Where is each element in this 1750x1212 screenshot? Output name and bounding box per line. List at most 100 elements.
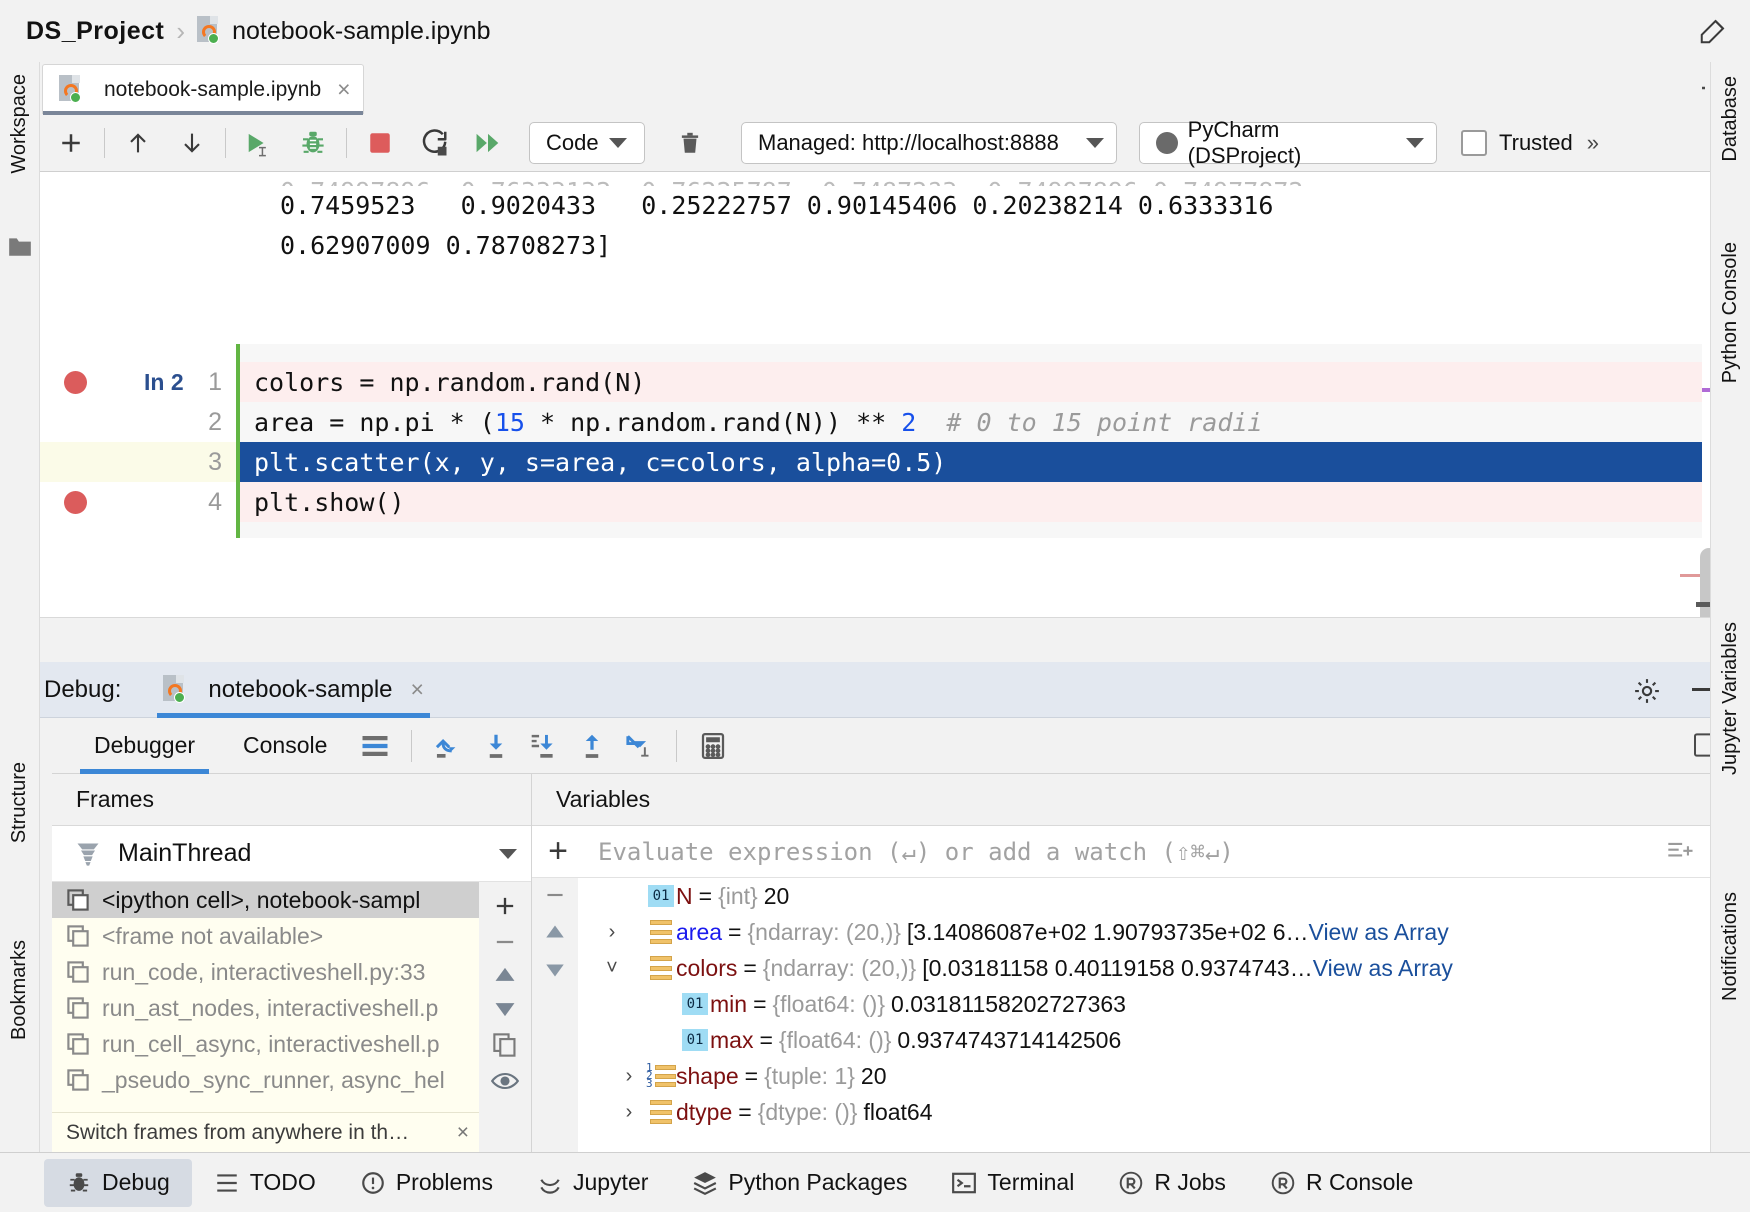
- move-down-icon[interactable]: [492, 998, 518, 1020]
- variables-tree[interactable]: 01 N = {int} 20 › area = {ndarray: (20,)…: [578, 878, 1750, 1152]
- status-tab-problems[interactable]: Problems: [338, 1159, 515, 1207]
- status-tab-debug[interactable]: Debug: [44, 1158, 192, 1207]
- move-cell-up-button[interactable]: [111, 121, 165, 165]
- gutter-line-2[interactable]: 2: [40, 402, 236, 442]
- frame-item[interactable]: _pseudo_sync_runner, async_hel: [52, 1062, 479, 1098]
- step-into-icon[interactable]: [472, 724, 520, 768]
- editor-canvas[interactable]: 0.74997896 0.76333132 0.76225787 0.74872…: [0, 172, 1750, 617]
- breadcrumb-project[interactable]: DS_Project: [26, 17, 164, 46]
- edit-icon[interactable]: [1698, 16, 1728, 46]
- close-icon[interactable]: ×: [337, 76, 350, 103]
- variable-row[interactable]: › dtype = {dtype: ()} float64: [578, 1094, 1750, 1130]
- step-into-my-code-icon[interactable]: [520, 724, 568, 768]
- tab-console[interactable]: Console: [219, 718, 351, 774]
- move-cell-down-button[interactable]: [165, 121, 219, 165]
- add-cell-button[interactable]: [44, 121, 98, 165]
- code-line-4[interactable]: plt.show(): [240, 482, 1702, 522]
- variable-type: {float64: ()}: [772, 990, 886, 1017]
- delete-cell-button[interactable]: [663, 121, 717, 165]
- code-line-3[interactable]: plt.scatter(x, y, s=area, c=colors, alph…: [240, 442, 1702, 482]
- run-all-cells-button[interactable]: [461, 121, 515, 165]
- status-tab-todo[interactable]: TODO: [192, 1159, 338, 1207]
- layout-settings-icon[interactable]: [351, 724, 399, 768]
- debug-cell-button[interactable]: [286, 121, 340, 165]
- gutter-line-4[interactable]: 4: [40, 482, 236, 522]
- frame-item[interactable]: run_cell_async, interactiveshell.p: [52, 1026, 479, 1062]
- expand-twisty[interactable]: ›: [612, 1101, 646, 1124]
- sidebar-item-workspace[interactable]: Workspace: [8, 74, 31, 174]
- evaluate-expression-input[interactable]: Evaluate expression (↵) or add a watch (…: [584, 838, 1666, 866]
- breakpoint-icon[interactable]: [64, 491, 87, 514]
- toolbar-overflow-icon[interactable]: »: [1587, 130, 1599, 156]
- variable-row[interactable]: ˅ colors = {ndarray: (20,)} [0.03181158 …: [578, 950, 1750, 986]
- sidebar-item-notifications[interactable]: Notifications: [1719, 892, 1742, 1001]
- breadcrumb-file[interactable]: notebook-sample.ipynb: [232, 17, 491, 46]
- variable-row[interactable]: 01 N = {int} 20: [578, 878, 1750, 914]
- status-tab-jupyter[interactable]: Jupyter: [515, 1159, 670, 1207]
- stop-button[interactable]: [353, 121, 407, 165]
- trusted-checkbox[interactable]: [1461, 129, 1487, 156]
- watch-eye-icon[interactable]: [491, 1070, 519, 1092]
- step-out-icon[interactable]: [568, 724, 616, 768]
- status-tab-r-console[interactable]: R Console: [1248, 1159, 1435, 1207]
- gutter-line-1[interactable]: In 2 1: [40, 362, 236, 402]
- code-line-2[interactable]: area = np.pi * (15 * np.random.rand(N)) …: [240, 402, 1702, 442]
- run-cell-button[interactable]: [232, 121, 286, 165]
- gear-icon[interactable]: [1632, 676, 1662, 706]
- cell-editor[interactable]: colors = np.random.rand(N) area = np.pi …: [236, 344, 1702, 538]
- chevron-down-icon[interactable]: [499, 848, 517, 859]
- step-over-icon[interactable]: [424, 724, 472, 768]
- status-tab-python-packages[interactable]: Python Packages: [670, 1159, 929, 1207]
- collapse-icon[interactable]: [542, 886, 568, 904]
- view-as-array-link[interactable]: View as Array: [1309, 919, 1449, 946]
- cell-type-select[interactable]: Code: [529, 121, 645, 164]
- folder-icon[interactable]: [7, 234, 33, 258]
- status-tab-r-jobs[interactable]: R Jobs: [1096, 1159, 1248, 1207]
- sidebar-item-bookmarks[interactable]: Bookmarks: [8, 940, 31, 1040]
- debug-session-label: notebook-sample: [208, 675, 393, 703]
- frame-item[interactable]: <ipython cell>, notebook-sampl: [52, 882, 479, 918]
- scroll-up-icon[interactable]: [543, 922, 567, 942]
- variable-row[interactable]: 01 max = {float64: ()} 0.937474371414250…: [578, 1022, 1750, 1058]
- thread-selector[interactable]: MainThread: [52, 826, 531, 882]
- ndarray-icon: [646, 956, 676, 980]
- variable-row[interactable]: 01 min = {float64: ()} 0.031811582027273…: [578, 986, 1750, 1022]
- frame-item[interactable]: run_code, interactiveshell.py:33: [52, 954, 479, 990]
- add-watch-button[interactable]: +: [532, 826, 584, 878]
- restart-kernel-button[interactable]: [407, 121, 461, 165]
- editor-tab-notebook-sample[interactable]: notebook-sample.ipynb ×: [42, 64, 364, 115]
- add-to-watches-icon[interactable]: [1666, 839, 1696, 865]
- breakpoint-icon[interactable]: [64, 371, 87, 394]
- expand-twisty[interactable]: ›: [612, 1065, 646, 1088]
- divider: [104, 127, 105, 158]
- close-icon[interactable]: ×: [457, 1121, 469, 1145]
- collapse-twisty[interactable]: ˅: [578, 957, 646, 980]
- sidebar-item-structure[interactable]: Structure: [8, 762, 31, 843]
- variable-row[interactable]: › 123 shape = {tuple: 1} 20: [578, 1058, 1750, 1094]
- tab-debugger[interactable]: Debugger: [70, 718, 219, 774]
- debug-session-tab[interactable]: notebook-sample ×: [157, 662, 430, 718]
- frame-item[interactable]: run_ast_nodes, interactiveshell.p: [52, 990, 479, 1026]
- copy-icon[interactable]: [492, 1032, 518, 1058]
- interpreter-select[interactable]: PyCharm (DSProject): [1139, 117, 1437, 168]
- expand-twisty[interactable]: ›: [578, 921, 646, 944]
- sidebar-item-jupyter-variables[interactable]: Jupyter Variables: [1719, 622, 1742, 775]
- remove-icon[interactable]: [491, 932, 519, 952]
- run-to-cursor-icon[interactable]: [616, 724, 664, 768]
- add-icon[interactable]: [491, 892, 519, 920]
- code-cell[interactable]: In 2 1 2 3 4 colors = np.random.rand(N) …: [40, 344, 1702, 538]
- variable-row[interactable]: › area = {ndarray: (20,)} [3.14086087e+0…: [578, 914, 1750, 950]
- move-up-icon[interactable]: [492, 964, 518, 986]
- frame-item[interactable]: <frame not available>: [52, 918, 479, 954]
- close-icon[interactable]: ×: [411, 676, 424, 703]
- status-tab-terminal[interactable]: Terminal: [929, 1159, 1096, 1207]
- code-line-1[interactable]: colors = np.random.rand(N): [240, 362, 1702, 402]
- evaluate-expression-icon[interactable]: [689, 724, 737, 768]
- scroll-down-icon[interactable]: [543, 960, 567, 980]
- gutter-line-3[interactable]: 3: [40, 442, 236, 482]
- view-as-array-link[interactable]: View as Array: [1313, 955, 1453, 982]
- jupyter-server-select[interactable]: Managed: http://localhost:8888: [741, 121, 1117, 164]
- sidebar-item-database[interactable]: Database: [1719, 76, 1742, 162]
- frames-list[interactable]: <ipython cell>, notebook-sampl <frame no…: [52, 882, 479, 1152]
- sidebar-item-python-console[interactable]: Python Console: [1719, 242, 1742, 383]
